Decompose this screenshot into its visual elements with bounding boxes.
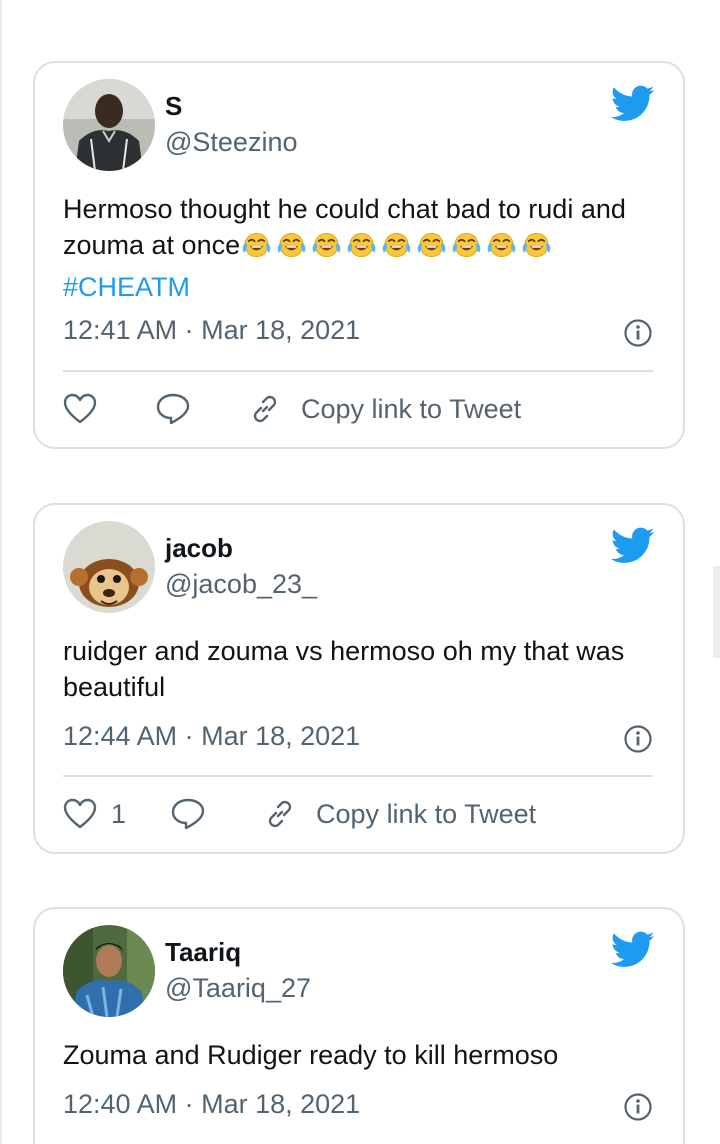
reply-button[interactable] — [170, 797, 206, 831]
tweet-card[interactable]: S @Steezino Hermoso thought he could cha… — [33, 61, 685, 449]
twitter-bird-icon[interactable] — [611, 85, 655, 123]
display-name[interactable]: S — [165, 91, 182, 122]
avatar[interactable] — [63, 925, 155, 1017]
tears-of-joy-emoji — [277, 232, 306, 258]
avatar[interactable] — [63, 79, 155, 171]
link-icon — [268, 800, 292, 828]
tweet-feed: S @Steezino Hermoso thought he could cha… — [0, 0, 720, 1144]
like-count: 1 — [111, 798, 127, 829]
tears-of-joy-emoji — [417, 232, 446, 258]
tweet-text: ruidger and zouma vs hermoso oh my that … — [63, 636, 625, 702]
reply-button[interactable] — [155, 392, 191, 426]
divider — [63, 775, 653, 777]
tweet-timestamp[interactable]: 12:41 AM · Mar 18, 2021 — [63, 315, 360, 346]
tears-of-joy-emoji — [452, 232, 481, 258]
reply-bubble-icon — [171, 798, 205, 830]
hashtag-link[interactable]: #CHEATM — [63, 269, 653, 305]
tears-of-joy-emoji — [522, 232, 551, 258]
info-icon[interactable] — [623, 1092, 653, 1122]
info-icon[interactable] — [623, 318, 653, 348]
tweet-text: Hermoso thought he could chat bad to rud… — [63, 191, 653, 305]
copy-link-label: Copy link to Tweet — [301, 393, 522, 424]
tweet-card[interactable]: jacob @jacob_23_ ruidger and zouma vs he… — [33, 503, 685, 854]
user-handle[interactable]: @Taariq_27 — [165, 973, 311, 1004]
tweet-text-fragment: zouma at once — [63, 230, 241, 260]
tweet-actions: 1 Copy link to Tweet — [63, 792, 653, 836]
link-icon — [253, 395, 277, 423]
divider — [63, 370, 653, 372]
tears-of-joy-emoji — [312, 232, 341, 258]
tweet-actions: Copy link to Tweet — [63, 387, 653, 431]
display-name[interactable]: Taariq — [165, 937, 241, 968]
emoji-row — [240, 230, 555, 269]
heart-icon — [63, 393, 97, 424]
twitter-bird-icon[interactable] — [611, 931, 655, 969]
user-handle[interactable]: @jacob_23_ — [165, 569, 317, 600]
twitter-bird-icon[interactable] — [611, 527, 655, 565]
avatar[interactable] — [63, 521, 155, 613]
copy-link-button[interactable]: Copy link to Tweet — [247, 391, 521, 427]
like-button[interactable]: 1 — [63, 798, 126, 830]
tears-of-joy-emoji — [242, 232, 271, 258]
heart-icon — [63, 798, 97, 829]
info-icon[interactable] — [623, 724, 653, 754]
tears-of-joy-emoji — [382, 232, 411, 258]
tears-of-joy-emoji — [347, 232, 376, 258]
tweet-text-line: Hermoso thought he could chat bad to rud… — [63, 194, 626, 224]
tweet-text: Zouma and Rudiger ready to kill hermoso — [63, 1040, 559, 1070]
display-name[interactable]: jacob — [165, 533, 233, 564]
user-handle[interactable]: @Steezino — [165, 127, 297, 158]
copy-link-label: Copy link to Tweet — [316, 798, 537, 829]
reply-bubble-icon — [156, 393, 190, 425]
left-edge-divider — [0, 0, 2, 1144]
like-button[interactable] — [63, 393, 97, 425]
scrollbar[interactable] — [713, 566, 720, 658]
tweet-timestamp[interactable]: 12:44 AM · Mar 18, 2021 — [63, 721, 360, 752]
tweet-timestamp[interactable]: 12:40 AM · Mar 18, 2021 — [63, 1089, 360, 1120]
tweet-card[interactable]: Taariq @Taariq_27 Zouma and Rudiger read… — [33, 907, 685, 1144]
tweet-text-line: zouma at once — [63, 227, 653, 269]
tears-of-joy-emoji — [487, 232, 516, 258]
copy-link-button[interactable]: Copy link to Tweet — [262, 796, 536, 832]
